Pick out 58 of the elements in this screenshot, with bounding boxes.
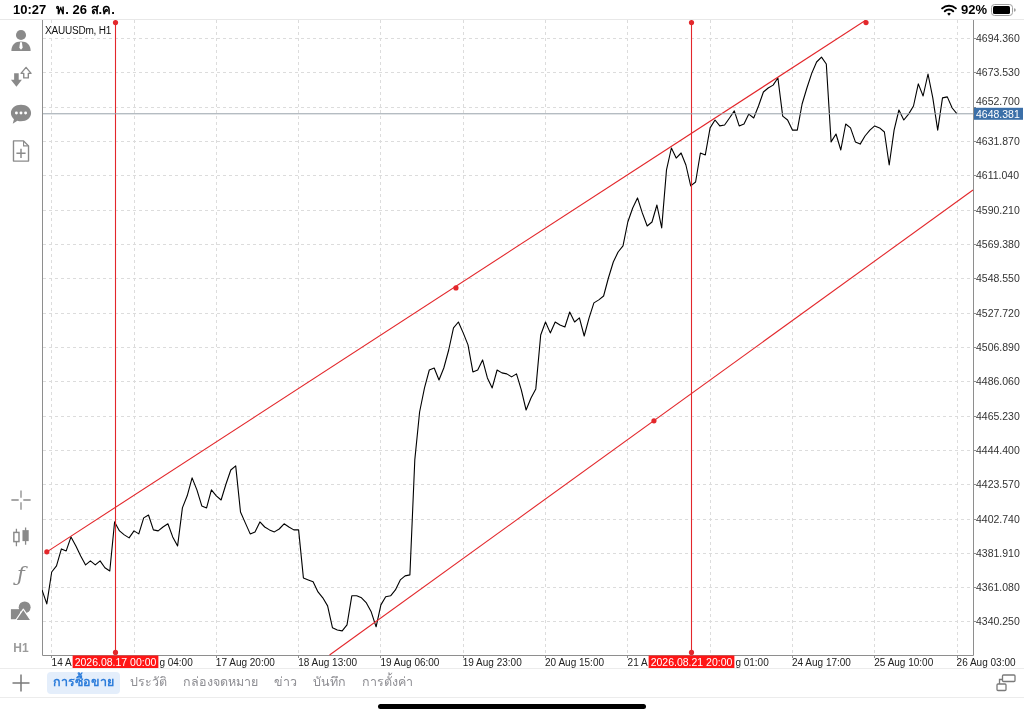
price-axis-label: 4402.740 [976, 512, 1020, 525]
status-date: พ. 26 ส.ค. [56, 3, 115, 16]
tab[interactable]: การตั้งค่า [356, 672, 419, 694]
status-time: 10:27 [13, 3, 47, 16]
tab[interactable]: ข่าว [268, 672, 303, 694]
tab[interactable]: กล่องจดหมาย [177, 672, 264, 694]
price-axis-label: 4611.040 [976, 169, 1019, 182]
crosshair-icon[interactable] [10, 489, 32, 511]
price-axis-label: 4548.550 [976, 272, 1020, 285]
anchor-point-icon[interactable] [651, 418, 657, 424]
anchor-point-icon[interactable] [44, 549, 50, 555]
price-axis-label: 4694.360 [976, 32, 1020, 45]
tab[interactable]: บันทึก [307, 672, 352, 694]
battery-icon [991, 3, 1016, 16]
time-axis-label: 19 Aug 06:00 [380, 657, 440, 668]
price-axis-label: 4631.870 [976, 135, 1020, 147]
time-axis-label: 25 Aug 10:00 [874, 657, 934, 668]
price-axis-label: 4652.700 [976, 95, 1020, 108]
candlestick-icon[interactable] [10, 526, 32, 548]
price-axis-label: 4361.080 [976, 581, 1020, 594]
price-axis-label: 4340.250 [976, 615, 1020, 628]
battery-percent: 92% [960, 3, 987, 16]
tab[interactable]: ประวัติ [124, 672, 173, 694]
function-button[interactable]: ƒ [13, 563, 29, 585]
timeframe-button[interactable]: H1 [13, 637, 29, 659]
arrows-icon[interactable] [10, 66, 32, 88]
document-plus-icon[interactable] [10, 140, 32, 162]
time-axis-label: 19 Aug 23:00 [462, 657, 522, 668]
time-axis-label: 20 Aug 15:00 [545, 657, 605, 668]
time-axis-label: 18 Aug 13:00 [298, 657, 358, 668]
anchor-point-icon[interactable] [863, 20, 869, 26]
time-axis-label: 26 Aug 03:00 [956, 657, 1016, 668]
person-icon[interactable] [10, 29, 32, 51]
tab[interactable]: การซื้อขาย [47, 672, 120, 694]
anchor-point-icon[interactable] [453, 285, 459, 291]
plus-icon[interactable] [11, 673, 31, 693]
price-axis-label: 4423.570 [976, 478, 1020, 491]
shapes-icon[interactable] [10, 600, 32, 622]
price-axis-label: 4506.890 [976, 340, 1020, 353]
price-axis-label: 4444.400 [976, 443, 1020, 456]
split-window-icon[interactable] [996, 674, 1016, 692]
current-price-label: 4648.381 [974, 107, 1023, 120]
time-axis-label: 17 Aug 20:00 [215, 657, 275, 668]
price-axis-label: 4527.720 [976, 306, 1020, 319]
price-axis-label: 4590.210 [976, 203, 1020, 216]
time-axis-label: 21 A [627, 657, 648, 668]
price-axis-label: 4569.380 [976, 237, 1020, 250]
time-axis-label: 24 Aug 17:00 [792, 657, 851, 668]
chat-bubble-icon[interactable] [10, 103, 32, 125]
price-axis-label: 4381.910 [976, 546, 1020, 559]
wifi-icon [940, 3, 957, 16]
price-axis-label: 4673.530 [976, 66, 1020, 79]
chart-title: XAUUSDm, H1 [45, 25, 112, 36]
time-axis-label: g 01:00 [735, 657, 769, 668]
price-axis-label: 4465.230 [976, 409, 1020, 422]
price-axis-label: 4486.060 [976, 375, 1020, 388]
time-axis-label: g 04:00 [159, 657, 193, 668]
time-axis-label: 14 A [51, 657, 72, 668]
